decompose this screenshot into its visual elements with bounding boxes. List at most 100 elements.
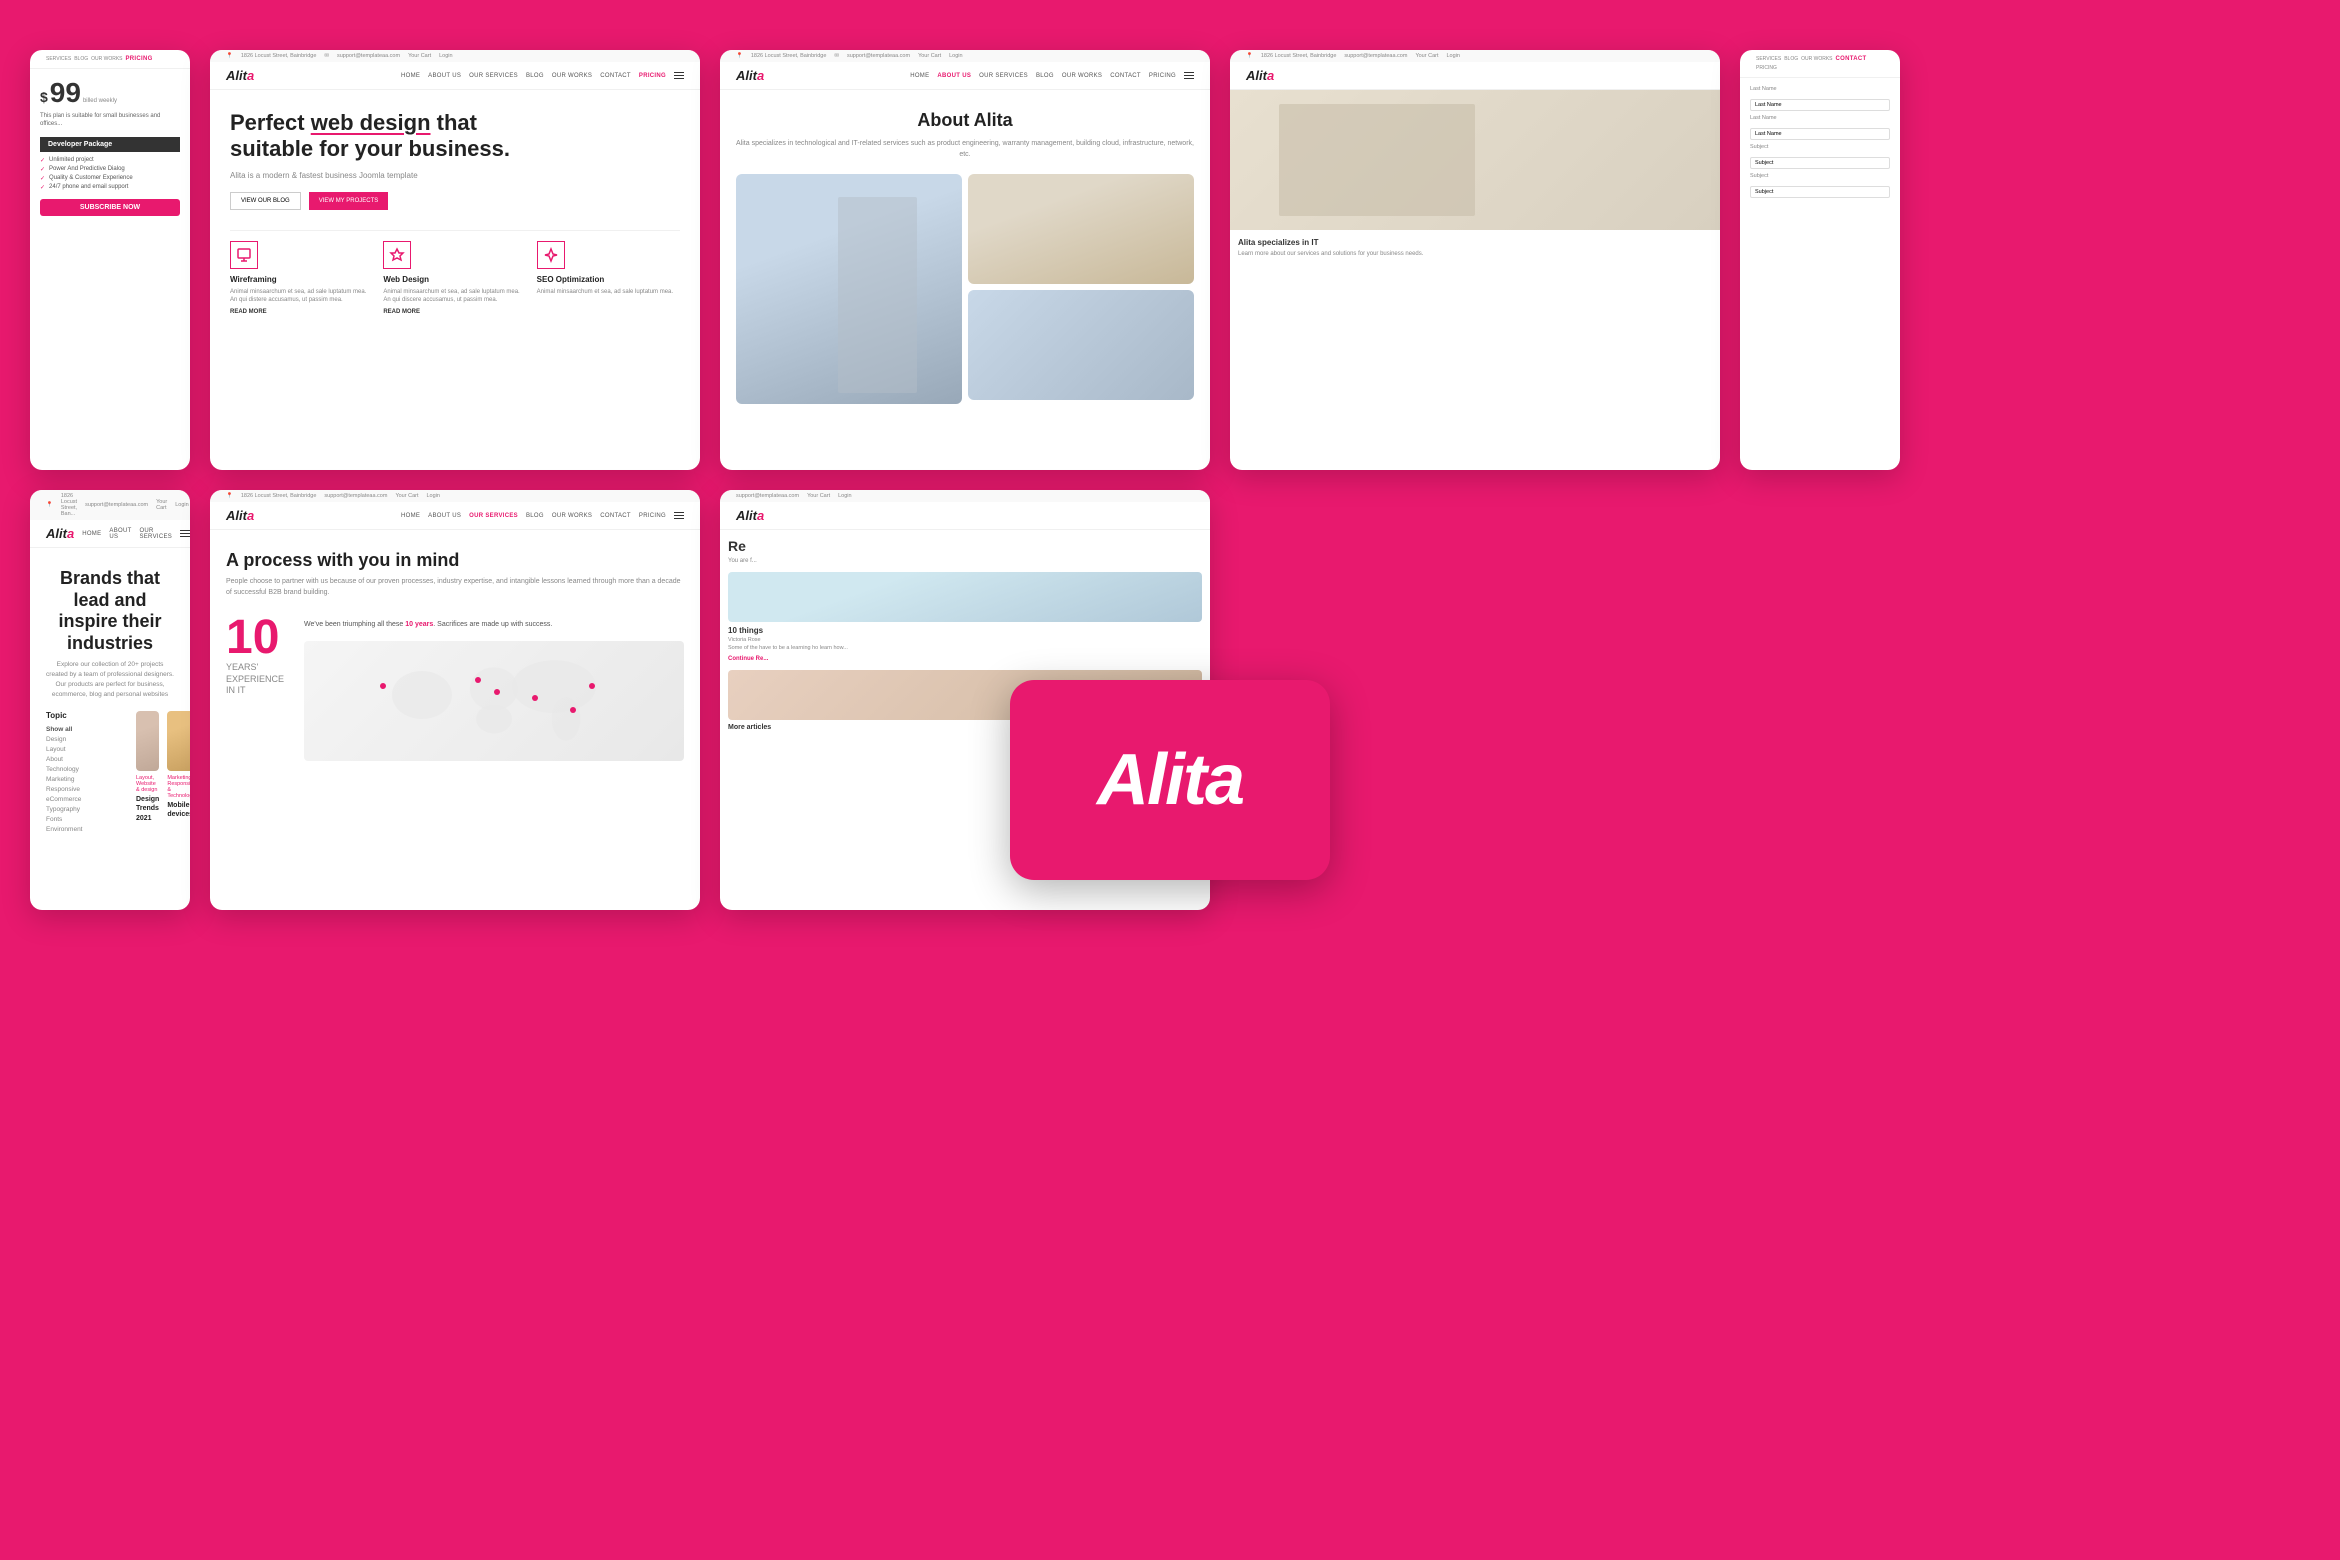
process-subtitle: People choose to partner with us because… bbox=[226, 577, 684, 598]
brands-nav-services[interactable]: OUR SERVICES bbox=[139, 528, 172, 540]
nav-works[interactable]: OUR WORKS bbox=[552, 73, 592, 79]
nav-home[interactable]: HOME bbox=[401, 73, 420, 79]
price-value: 99 bbox=[50, 77, 81, 109]
blog-tag-1: Layout, Website & design bbox=[136, 775, 159, 793]
proc-email: support@templateaa.com bbox=[324, 493, 387, 499]
view-projects-button[interactable]: VIEW MY PROJECTS bbox=[309, 192, 389, 210]
process-title: A process with you in mind bbox=[226, 550, 684, 571]
sidebar-responsive[interactable]: Responsive bbox=[46, 786, 126, 793]
blog-title-2[interactable]: Mobile devices bbox=[167, 801, 190, 819]
about-nav-contact[interactable]: CONTACT bbox=[1110, 73, 1141, 79]
proc-nav-about[interactable]: ABOUT US bbox=[428, 513, 461, 519]
map-dot-2 bbox=[475, 677, 481, 683]
sidebar-ecommerce[interactable]: eCommerce bbox=[46, 796, 126, 803]
nav-pricing-hero[interactable]: PRICING bbox=[639, 73, 666, 79]
blog-title-1[interactable]: Design Trends 2021 bbox=[136, 795, 159, 822]
about-subtitle: Alita specializes in technological and I… bbox=[736, 139, 1194, 160]
proc-nav-works[interactable]: OUR WORKS bbox=[552, 513, 592, 519]
form-lastname-label: Last Name bbox=[1750, 86, 1890, 92]
proc-nav-pricing[interactable]: PRICING bbox=[639, 513, 666, 519]
blog-item-link[interactable]: Continue Re... bbox=[728, 656, 1202, 662]
right-top-title: Alita specializes in IT bbox=[1238, 238, 1712, 247]
subscribe-button[interactable]: SUBSCRIBE NOW bbox=[40, 199, 180, 216]
proc-address: 1826 Locust Street, Bainbridge bbox=[241, 493, 317, 499]
sidebar-marketing[interactable]: Marketing bbox=[46, 776, 126, 783]
about-topbar-cart: Your Cart bbox=[918, 53, 941, 59]
about-nav-services[interactable]: OUR SERVICES bbox=[979, 73, 1028, 79]
nav-ourworks-link[interactable]: OUR WORKS bbox=[91, 56, 122, 62]
sidebar-typography[interactable]: Typography bbox=[46, 806, 126, 813]
sidebar-design[interactable]: Design bbox=[46, 736, 126, 743]
brands-address: 1826 Locust Street, Ban... bbox=[61, 493, 77, 517]
hero-buttons: VIEW OUR BLOG VIEW MY PROJECTS bbox=[230, 192, 680, 210]
center-logo-text: Alita bbox=[1097, 739, 1243, 821]
about-nav-home[interactable]: HOME bbox=[910, 73, 929, 79]
proc-nav-services[interactable]: OUR SERVICES bbox=[469, 513, 518, 519]
lb-nav-works[interactable]: OUR WORKS bbox=[1801, 56, 1832, 62]
map-dot-1 bbox=[380, 683, 386, 689]
proc-nav-home[interactable]: HOME bbox=[401, 513, 420, 519]
sidebar-fonts[interactable]: Fonts bbox=[46, 816, 126, 823]
map-dot-6 bbox=[589, 683, 595, 689]
center-logo-overlay: Alita bbox=[1010, 680, 1330, 880]
nav-services[interactable]: OUR SERVICES bbox=[469, 73, 518, 79]
nav-contact[interactable]: CONTACT bbox=[600, 73, 631, 79]
right-bottom-topbar: support@templateaa.com Your Cart Login bbox=[720, 490, 1210, 502]
feature-1: Unlimited project bbox=[40, 157, 180, 164]
nav-blog[interactable]: BLOG bbox=[526, 73, 544, 79]
world-map bbox=[304, 641, 684, 761]
pricing-desc: This plan is suitable for small business… bbox=[40, 112, 180, 129]
price-currency: $ bbox=[40, 89, 48, 105]
hero-topbar: 📍 1826 Locust Street, Bainbridge ✉ suppo… bbox=[210, 50, 700, 62]
view-blog-button[interactable]: VIEW OUR BLOG bbox=[230, 192, 301, 210]
sidebar-technology[interactable]: Technology bbox=[46, 766, 126, 773]
brands-hamburger[interactable] bbox=[180, 530, 190, 538]
about-nav-pricing[interactable]: PRICING bbox=[1149, 73, 1176, 79]
form-subject-input[interactable] bbox=[1750, 157, 1890, 169]
brands-nav-home[interactable]: HOME bbox=[82, 531, 101, 537]
proc-nav-contact[interactable]: CONTACT bbox=[600, 513, 631, 519]
lb-nav-blog[interactable]: BLOG bbox=[1784, 56, 1798, 62]
about-topbar-address: 1826 Locust Street, Bainbridge bbox=[751, 53, 827, 59]
webdesign-read-more[interactable]: READ MORE bbox=[383, 309, 526, 315]
screenshot-left-bottom: SERVICES BLOG OUR WORKS CONTACT PRICING … bbox=[1740, 50, 1900, 470]
wireframing-read-more[interactable]: READ MORE bbox=[230, 309, 373, 315]
about-nav-works[interactable]: OUR WORKS bbox=[1062, 73, 1102, 79]
about-nav-about[interactable]: ABOUT US bbox=[937, 73, 971, 79]
rtt-address: 1826 Locust Street, Bainbridge bbox=[1261, 53, 1337, 59]
form-subject2-input[interactable] bbox=[1750, 186, 1890, 198]
proc-hamburger[interactable] bbox=[674, 512, 684, 520]
about-image-2 bbox=[968, 174, 1194, 284]
right-top-nav: Alita bbox=[1230, 62, 1720, 90]
nav-blog-link[interactable]: BLOG bbox=[74, 56, 88, 62]
blog-card-2: Marketing, Responsive & Technology Mobil… bbox=[167, 711, 190, 836]
hamburger-menu[interactable] bbox=[674, 72, 684, 80]
lb-nav-services[interactable]: SERVICES bbox=[1756, 56, 1781, 62]
brands-content: Brands that lead and inspire their indus… bbox=[30, 548, 190, 846]
brands-nav: Alita HOME ABOUT US OUR SERVICES bbox=[30, 520, 190, 548]
nav-services-link[interactable]: SERVICES bbox=[46, 56, 71, 62]
billing-text: billed weekly bbox=[83, 98, 117, 104]
form-lastname-input[interactable] bbox=[1750, 99, 1890, 111]
proc-cart: Your Cart bbox=[395, 493, 418, 499]
form-lastname2-input[interactable] bbox=[1750, 128, 1890, 140]
sidebar-show-all[interactable]: Show all bbox=[46, 726, 126, 733]
nav-about[interactable]: ABOUT US bbox=[428, 73, 461, 79]
sidebar-environment[interactable]: Environment bbox=[46, 826, 126, 833]
nav-pricing-link-active[interactable]: PRICING bbox=[126, 56, 153, 62]
rtt-pin: 📍 bbox=[1246, 53, 1253, 59]
feature-4: 24/7 phone and email support bbox=[40, 184, 180, 191]
sidebar-layout[interactable]: Layout bbox=[46, 746, 126, 753]
lb-nav-contact[interactable]: CONTACT bbox=[1836, 56, 1867, 62]
proc-nav-blog[interactable]: BLOG bbox=[526, 513, 544, 519]
about-title: About Alita bbox=[736, 110, 1194, 131]
about-nav-blog[interactable]: BLOG bbox=[1036, 73, 1054, 79]
left-bottom-content: Last Name Last Name Subject Subject bbox=[1740, 78, 1900, 211]
brands-topbar: 📍 1826 Locust Street, Ban... support@tem… bbox=[30, 490, 190, 520]
about-hamburger[interactable] bbox=[1184, 72, 1194, 80]
brands-nav-about[interactable]: ABOUT US bbox=[109, 528, 131, 540]
process-logo: Alita bbox=[226, 508, 254, 523]
lb-nav-pricing[interactable]: PRICING bbox=[1756, 65, 1777, 71]
sidebar-about[interactable]: About bbox=[46, 756, 126, 763]
brands-subtitle: Explore our collection of 20+ projects c… bbox=[46, 660, 174, 699]
